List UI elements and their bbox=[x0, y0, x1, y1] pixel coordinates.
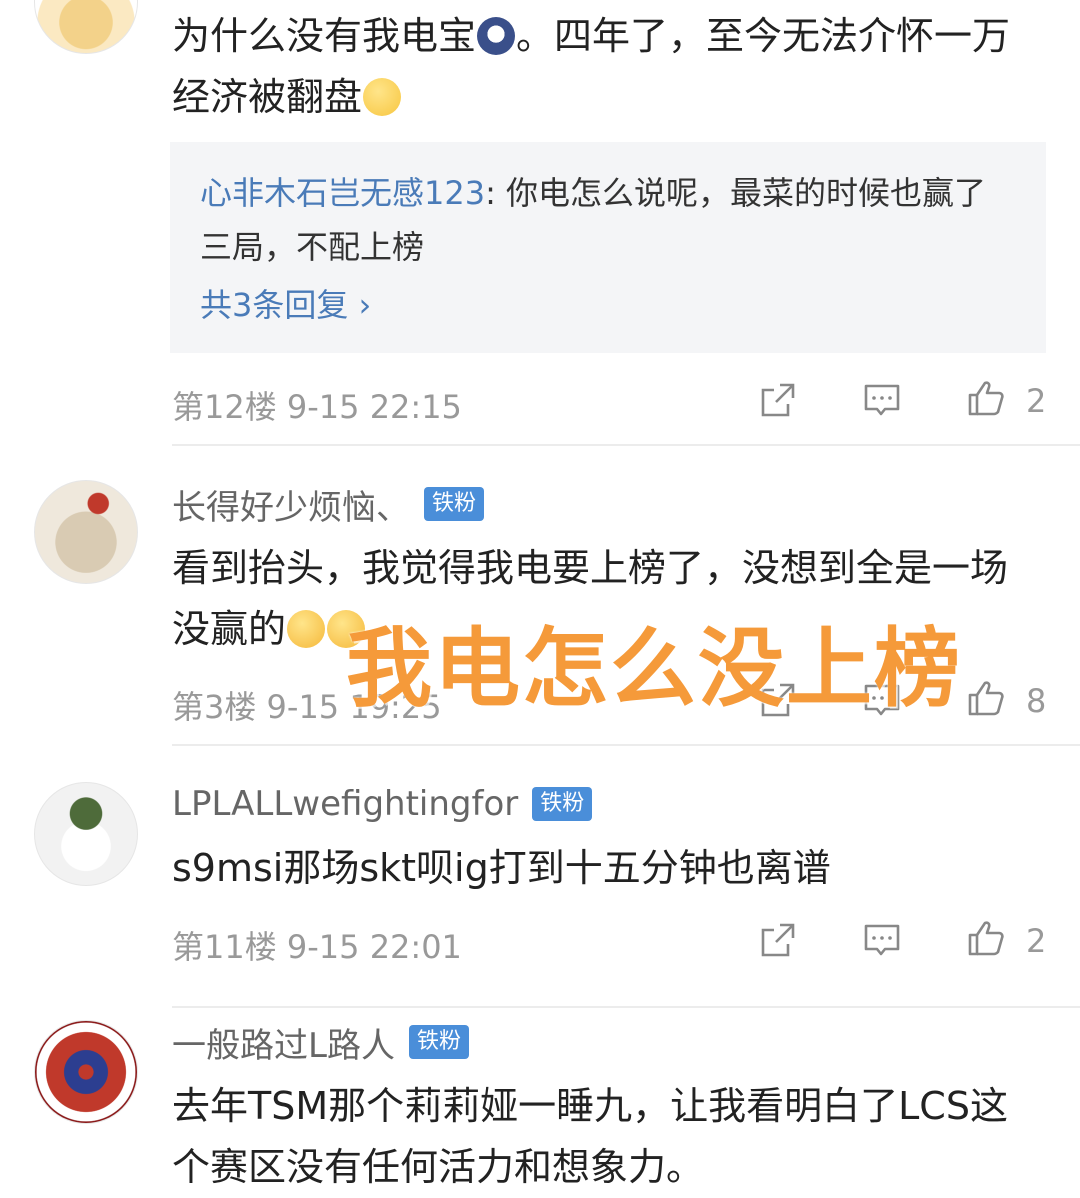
laughing-crying-emoji-icon bbox=[287, 610, 326, 648]
reply-text: 心非木石岂无感123: 你电怎么说呢，最菜的时候也赢了三局，不配上榜 bbox=[200, 166, 1016, 274]
share-icon[interactable] bbox=[758, 920, 798, 960]
comment-icon[interactable] bbox=[862, 380, 902, 420]
avatar[interactable] bbox=[34, 782, 138, 886]
view-replies-link[interactable]: 共3条回复 › bbox=[200, 280, 371, 326]
thumbs-up-icon[interactable] bbox=[966, 918, 1006, 958]
fan-badge: 铁粉 bbox=[532, 787, 593, 821]
author-name[interactable]: 长得好少烦恼、 bbox=[172, 480, 410, 529]
author-name[interactable]: LPLALLwefightingfor bbox=[172, 784, 518, 824]
like-count: 8 bbox=[1026, 682, 1047, 720]
comment-text: s9msi那场skt呗ig打到十五分钟也离谱 bbox=[172, 846, 831, 890]
like-count: 2 bbox=[1026, 922, 1047, 960]
overlay-caption: 我电怎么没上榜 bbox=[346, 619, 962, 719]
comment-item: LPLALLwefightingfor 铁粉 s9msi那场skt呗ig打到十五… bbox=[0, 746, 1080, 1008]
funny-face-emoji-icon bbox=[477, 17, 516, 55]
thumbs-up-icon[interactable] bbox=[966, 378, 1006, 418]
comment-text-part: 为什么没有我电宝 bbox=[172, 14, 477, 58]
author-row: 长得好少烦恼、 铁粉 bbox=[172, 480, 485, 529]
author-row: LPLALLwefightingfor 铁粉 bbox=[172, 782, 593, 826]
pleading-face-emoji-icon bbox=[363, 78, 402, 116]
avatar[interactable] bbox=[34, 1020, 138, 1124]
comment-item: 一般路过L路人 铁粉 去年TSM那个莉莉娅一睡九，让我看明白了LCS这个赛区没有… bbox=[0, 1008, 1080, 1189]
comment-meta: 第11楼 9-15 22:01 bbox=[172, 928, 462, 966]
fan-badge: 铁粉 bbox=[408, 1025, 469, 1059]
author-row: 一般路过L路人 铁粉 bbox=[172, 1018, 469, 1067]
comment-icon[interactable] bbox=[862, 920, 902, 960]
author-name[interactable]: 一般路过L路人 bbox=[172, 1018, 395, 1067]
comment-text: 为什么没有我电宝 。四年了，至今无法介怀一万经济被翻盘 bbox=[172, 6, 1032, 128]
fan-badge: 铁粉 bbox=[424, 487, 485, 521]
comment-text: 去年TSM那个莉莉娅一睡九，让我看明白了LCS这个赛区没有任何活力和想象力。 bbox=[172, 1084, 1008, 1189]
comment-meta: 第12楼 9-15 22:15 bbox=[172, 388, 462, 426]
share-icon[interactable] bbox=[758, 380, 798, 420]
comment-item: 为什么没有我电宝 。四年了，至今无法介怀一万经济被翻盘 心非木石岂无感123: 你… bbox=[0, 0, 1080, 446]
thumbs-up-icon[interactable] bbox=[966, 678, 1006, 718]
reply-preview[interactable]: 心非木石岂无感123: 你电怎么说呢，最菜的时候也赢了三局，不配上榜 共3条回复… bbox=[170, 142, 1046, 353]
avatar[interactable] bbox=[34, 480, 138, 584]
like-count: 2 bbox=[1026, 382, 1047, 420]
reply-author[interactable]: 心非木石岂无感123 bbox=[200, 174, 485, 212]
avatar[interactable] bbox=[34, 0, 138, 54]
